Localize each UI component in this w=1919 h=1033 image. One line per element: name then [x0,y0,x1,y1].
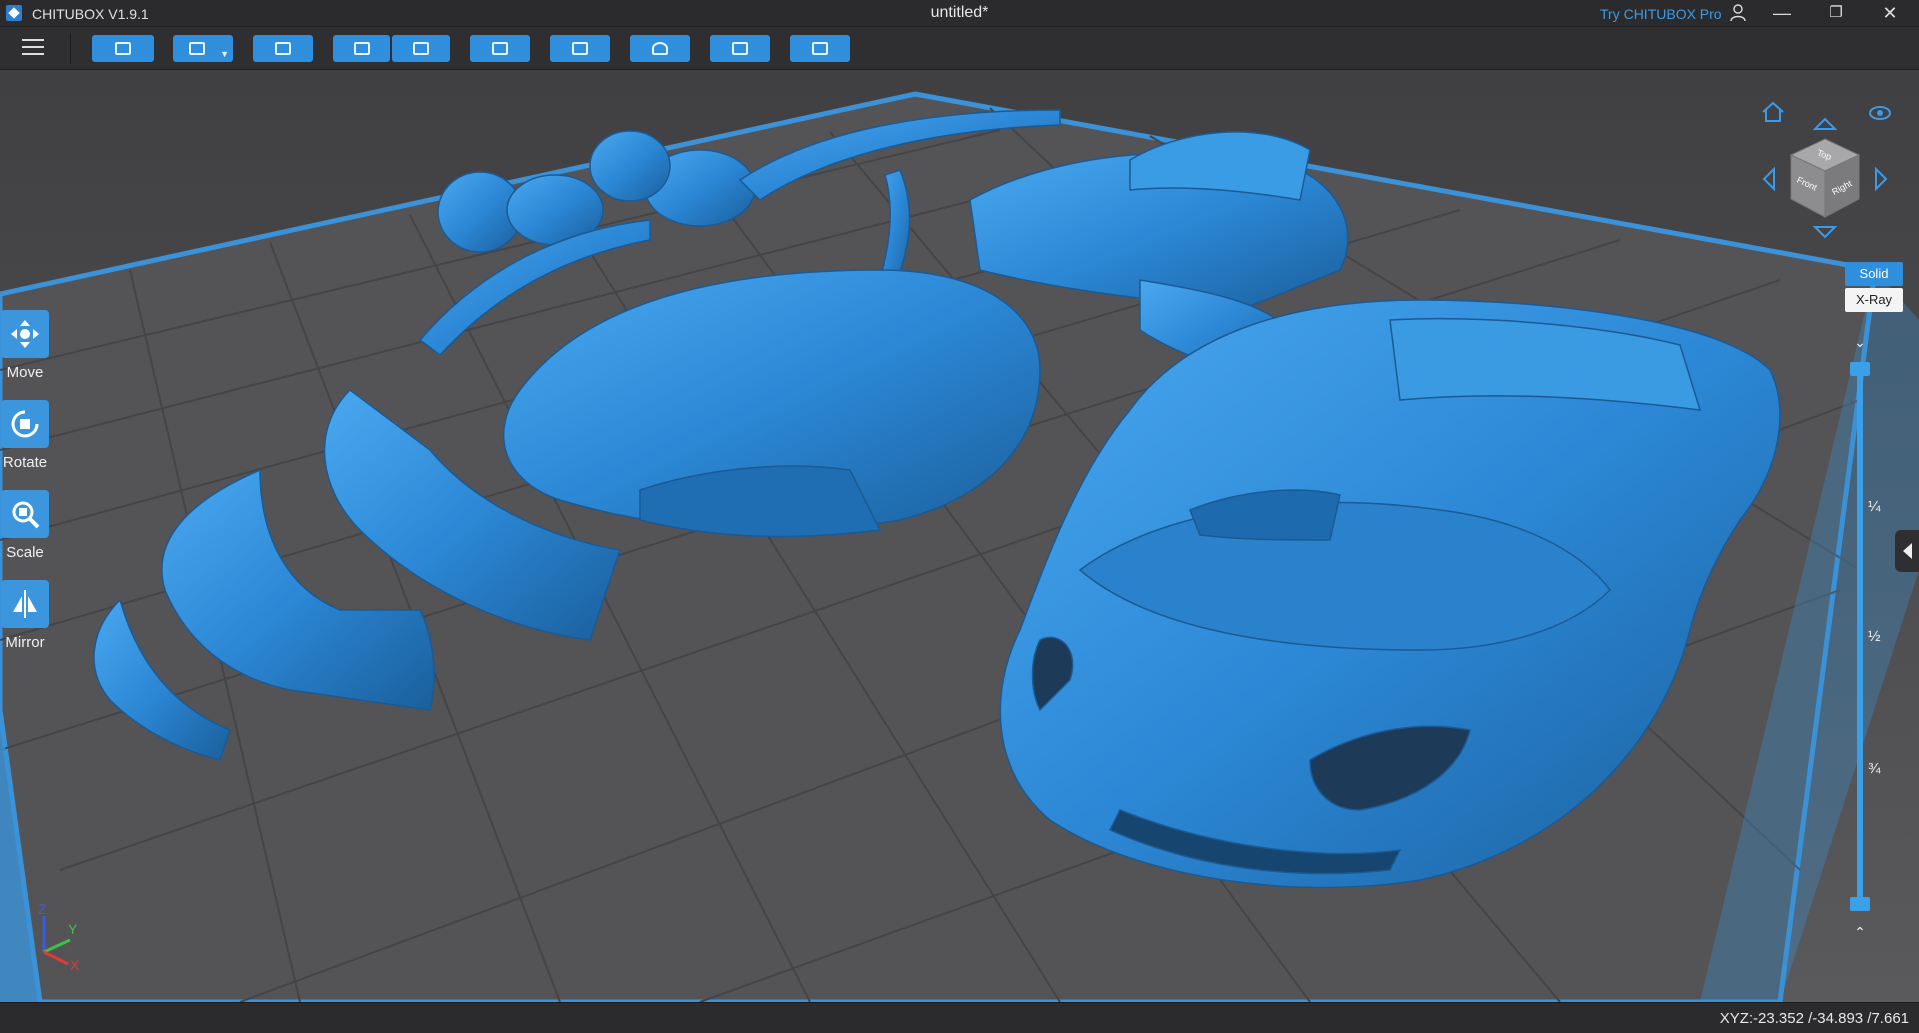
layer-slider-track[interactable] [1857,366,1863,906]
build-plate-scene [0,70,1919,1002]
preview-icon [732,41,748,55]
main-toolbar: ▼ [0,27,1919,70]
app-name: CHITUBOX V1.9.1 [32,6,149,22]
view-up-arrow-icon[interactable] [1813,117,1837,131]
3d-viewport[interactable]: Move Rotate Scale Mirror Z Y X [0,70,1919,1002]
scale-icon [1,490,49,538]
save-button[interactable]: ▼ [173,35,233,62]
eye-visibility-icon[interactable] [1869,105,1891,121]
chitubox-logo-icon [6,5,22,21]
settings-button[interactable] [470,35,530,62]
undo-icon [353,41,370,55]
layer-slider-bottom-handle[interactable] [1850,897,1870,911]
mirror-tool-label: Mirror [5,634,45,651]
axis-y-label: Y [68,921,78,937]
slider-expand-chevron-icon[interactable]: ⌃ [1850,924,1870,940]
home-view-icon[interactable] [1761,101,1785,123]
axis-gizmo: Z Y X [38,902,80,972]
slice-icon [812,41,828,55]
xray-mode-button[interactable]: X-Ray [1845,288,1903,312]
mirror-icon [1,580,49,628]
user-account-icon[interactable] [1730,4,1746,22]
layout-icon [572,41,588,55]
rotate-tool-label: Rotate [2,454,48,471]
slider-collapse-chevron-icon[interactable]: ⌄ [1850,334,1870,350]
view-left-arrow-icon[interactable] [1762,167,1776,191]
screenshot-button[interactable] [253,35,313,62]
cursor-coordinates: XYZ:-23.352 /-34.893 /7.661 [1719,1010,1909,1027]
try-pro-link[interactable]: Try CHITUBOX Pro [1600,6,1722,22]
move-tool-label: Move [6,364,44,381]
print-preview-button[interactable] [710,35,770,62]
slice-button[interactable] [790,35,850,62]
solid-mode-button[interactable]: Solid [1845,262,1903,286]
chevron-down-icon: ▼ [220,49,229,59]
redo-button[interactable] [392,35,450,62]
hollow-icon [652,41,668,55]
folder-icon [115,41,131,55]
minimize-button[interactable]: — [1758,0,1806,27]
status-bar: XYZ:-23.352 /-34.893 /7.661 [0,1002,1919,1033]
save-icon [189,41,205,55]
view-cube[interactable]: Top Front Right [1789,137,1861,221]
slider-tick-half: ½ [1868,628,1881,645]
scale-tool-label: Scale [6,544,44,561]
view-down-arrow-icon[interactable] [1813,225,1837,239]
rotate-icon [1,400,49,448]
menu-hamburger-icon[interactable] [22,39,44,57]
toolbar-separator [70,33,71,64]
undo-button[interactable] [333,35,390,62]
rotate-tool[interactable]: Rotate [0,400,50,488]
open-file-button[interactable] [92,35,154,62]
view-navigation: Top Front Right [1755,95,1915,245]
layer-slider-top-handle[interactable] [1850,362,1870,376]
restore-button[interactable]: ❐ [1812,0,1860,27]
view-right-arrow-icon[interactable] [1874,167,1888,191]
move-tool[interactable]: Move [0,310,50,398]
screenshot-icon [275,41,291,55]
mirror-tool[interactable]: Mirror [0,580,50,668]
redo-icon [413,41,429,55]
slider-tick-quarter: ¼ [1868,498,1881,515]
auto-layout-button[interactable] [550,35,610,62]
slider-tick-three-quarter: ¾ [1868,760,1881,777]
axis-x-label: X [70,957,80,972]
move-icon [1,310,49,358]
scale-tool[interactable]: Scale [0,490,50,578]
close-button[interactable]: ✕ [1866,0,1914,27]
axis-z-label: Z [38,902,47,917]
settings-icon [492,41,508,55]
hollow-button[interactable] [630,35,690,62]
side-panel-toggle-arrow-icon[interactable] [1895,530,1919,572]
title-bar: CHITUBOX V1.9.1 untitled* Try CHITUBOX P… [0,0,1919,27]
